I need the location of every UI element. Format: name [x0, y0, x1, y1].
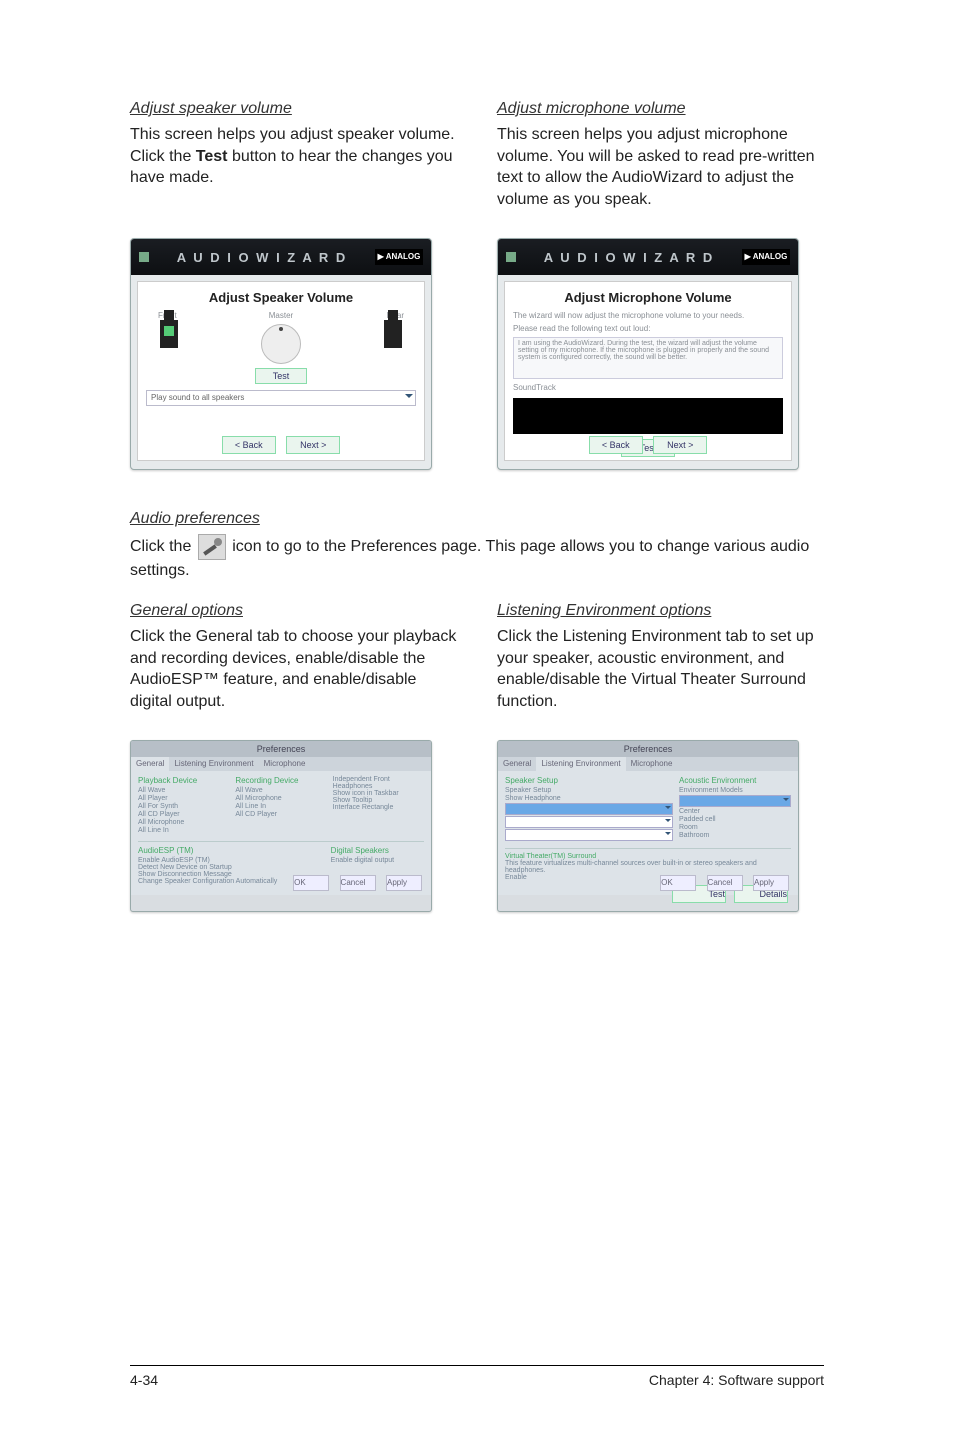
tab-listening[interactable]: Listening Environment	[536, 757, 625, 771]
read-text-box: I am using the AudioWizard. During the t…	[513, 337, 783, 379]
dialog-title: Preferences	[498, 741, 798, 757]
audiowizard-mic-dialog: A U D I O W I Z A R D ▶ ANALOG Adjust Mi…	[497, 238, 799, 470]
status-icon	[139, 252, 149, 262]
page-footer: 4-34 Chapter 4: Software support	[130, 1365, 824, 1388]
adjust-mic-text: This screen helps you adjust microphone …	[497, 124, 824, 210]
acoustic-env-label: Acoustic Environment	[679, 776, 791, 785]
list-item[interactable]: All Player	[138, 795, 229, 802]
list-item[interactable]: All CD Player	[138, 811, 229, 818]
dropdown[interactable]	[505, 829, 673, 841]
play-sound-dropdown[interactable]: Play sound to all speakers	[146, 390, 416, 406]
tab-microphone[interactable]: Microphone	[626, 757, 678, 771]
adjust-mic-heading: Adjust microphone volume	[497, 100, 824, 118]
tab-listening[interactable]: Listening Environment	[169, 757, 258, 771]
tab-bar: General Listening Environment Microphone	[131, 757, 431, 771]
recording-device-label: Recording Device	[235, 776, 326, 785]
list-item[interactable]: All Microphone	[235, 795, 326, 802]
soundtrack-waveform	[513, 398, 783, 434]
wrench-icon	[198, 534, 226, 560]
test-button[interactable]: Test	[255, 368, 307, 384]
page-number: 4-34	[130, 1372, 158, 1388]
list-item[interactable]: All Wave	[138, 787, 229, 794]
dialog-title: Adjust Speaker Volume	[146, 290, 416, 305]
analog-devices-logo: ▶ ANALOG	[375, 249, 423, 265]
checkbox-item[interactable]: Enable digital output	[331, 857, 424, 864]
list-item[interactable]: All CD Player	[235, 811, 326, 818]
speaker-setup-label: Speaker Setup	[505, 776, 673, 785]
checkbox-item[interactable]: Show icon in Taskbar	[333, 790, 424, 797]
tab-microphone[interactable]: Microphone	[259, 757, 311, 771]
preferences-general-dialog: Preferences General Listening Environmen…	[130, 740, 432, 912]
virtual-theater-label: Virtual Theater(TM) Surround	[505, 853, 791, 860]
audio-preferences-heading: Audio preferences	[130, 510, 824, 528]
list-item[interactable]: All Wave	[235, 787, 326, 794]
list-item[interactable]: All For Synth	[138, 803, 229, 810]
checkbox-item[interactable]: Detect New Device on Startup	[138, 864, 325, 871]
back-button[interactable]: < Back	[222, 436, 276, 454]
dropdown[interactable]	[505, 803, 673, 815]
wizard-title: A U D I O W I Z A R D	[149, 251, 375, 264]
list-item[interactable]: All Microphone	[138, 819, 229, 826]
list-item[interactable]: All Line In	[138, 827, 229, 834]
dialog-title: Adjust Microphone Volume	[513, 290, 783, 305]
list-item[interactable]: Room	[679, 824, 791, 831]
audio-preferences-text: Click the icon to go to the Preferences …	[130, 534, 824, 582]
ok-button[interactable]: OK	[660, 875, 696, 891]
cancel-button[interactable]: Cancel	[707, 875, 743, 891]
list-item[interactable]: Center	[679, 808, 791, 815]
ok-button[interactable]: OK	[293, 875, 329, 891]
rear-speaker-icon[interactable]	[384, 320, 402, 348]
audioesp-label: AudioESP (TM)	[138, 846, 325, 855]
audiowizard-speaker-dialog: A U D I O W I Z A R D ▶ ANALOG Adjust Sp…	[130, 238, 432, 470]
next-button[interactable]: Next >	[653, 436, 707, 454]
preferences-listening-dialog: Preferences General Listening Environmen…	[497, 740, 799, 912]
soundtrack-label: SoundTrack	[513, 383, 783, 392]
cancel-button[interactable]: Cancel	[340, 875, 376, 891]
next-button[interactable]: Next >	[286, 436, 340, 454]
back-button[interactable]: < Back	[589, 436, 643, 454]
tab-general[interactable]: General	[498, 757, 536, 771]
front-speaker-icon[interactable]	[160, 320, 178, 348]
apply-button[interactable]: Apply	[386, 875, 422, 891]
dropdown[interactable]	[505, 816, 673, 828]
digital-label: Digital Speakers	[331, 846, 424, 855]
list-item[interactable]: Bathroom	[679, 832, 791, 839]
analog-devices-logo: ▶ ANALOG	[742, 249, 790, 265]
tab-bar: General Listening Environment Microphone	[498, 757, 798, 771]
checkbox-item[interactable]: Interface Rectangle	[333, 804, 424, 811]
listening-env-heading: Listening Environment options	[497, 602, 824, 620]
general-options-text: Click the General tab to choose your pla…	[130, 626, 457, 712]
mic-description: The wizard will now adjust the microphon…	[513, 311, 783, 320]
wizard-title: A U D I O W I Z A R D	[516, 251, 742, 264]
checkbox-item[interactable]: Independent Front Headphones	[333, 776, 424, 790]
apply-button[interactable]: Apply	[753, 875, 789, 891]
playback-device-label: Playback Device	[138, 776, 229, 785]
status-icon	[506, 252, 516, 262]
adjust-speaker-heading: Adjust speaker volume	[130, 100, 457, 118]
general-options-heading: General options	[130, 602, 457, 620]
dropdown[interactable]	[679, 795, 791, 807]
list-item[interactable]: All Line In	[235, 803, 326, 810]
listening-env-text: Click the Listening Environment tab to s…	[497, 626, 824, 712]
chapter-label: Chapter 4: Software support	[649, 1372, 824, 1388]
checkbox-item[interactable]: Show Tooltip	[333, 797, 424, 804]
checkbox-item[interactable]: Enable AudioESP (TM)	[138, 857, 325, 864]
master-label: Master	[255, 311, 307, 320]
master-volume-knob[interactable]	[261, 324, 301, 364]
adjust-speaker-text: This screen helps you adjust speaker vol…	[130, 124, 457, 189]
list-item[interactable]: Padded cell	[679, 816, 791, 823]
tab-general[interactable]: General	[131, 757, 169, 771]
read-label: Please read the following text out loud:	[513, 324, 783, 333]
dialog-title: Preferences	[131, 741, 431, 757]
